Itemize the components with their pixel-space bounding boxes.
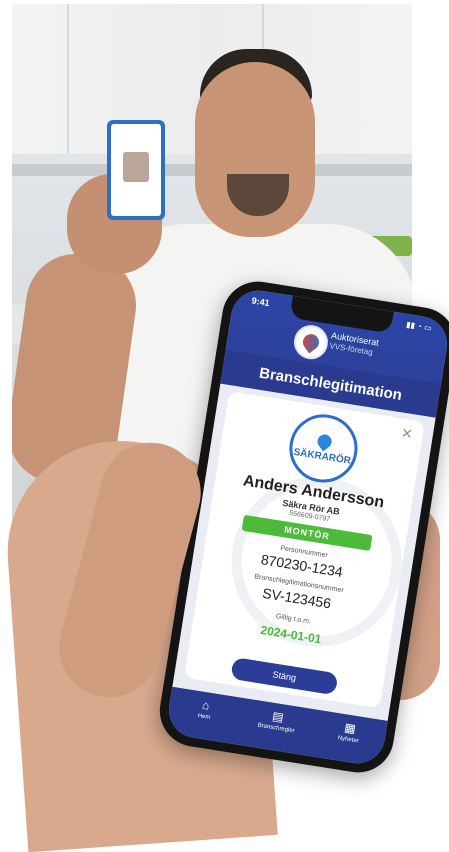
id-card-photo (123, 152, 149, 182)
cabinet-seam (67, 4, 69, 154)
tab-home[interactable]: ⌂ Hem (174, 694, 237, 725)
tab-news-label: Nyheter (337, 735, 360, 745)
close-button[interactable]: Stäng (230, 656, 339, 696)
company-logo: SÄKRARÖR (284, 409, 363, 488)
license-card: ✕ SÄKRARÖR Anders Andersson Säkra Rör AB… (183, 391, 425, 709)
physical-id-card (107, 120, 165, 220)
brand-logo-icon (291, 322, 331, 362)
tab-rules[interactable]: ▤ Branschregler (246, 705, 309, 736)
tab-news[interactable]: ▦ Nyheter (318, 716, 381, 747)
close-icon[interactable]: ✕ (400, 425, 414, 444)
water-drop-icon (314, 431, 335, 452)
status-time: 9:41 (250, 295, 271, 309)
tab-home-label: Hem (197, 713, 211, 722)
signal-battery-icon: ▮▮ ◔ ▭ (405, 319, 433, 333)
